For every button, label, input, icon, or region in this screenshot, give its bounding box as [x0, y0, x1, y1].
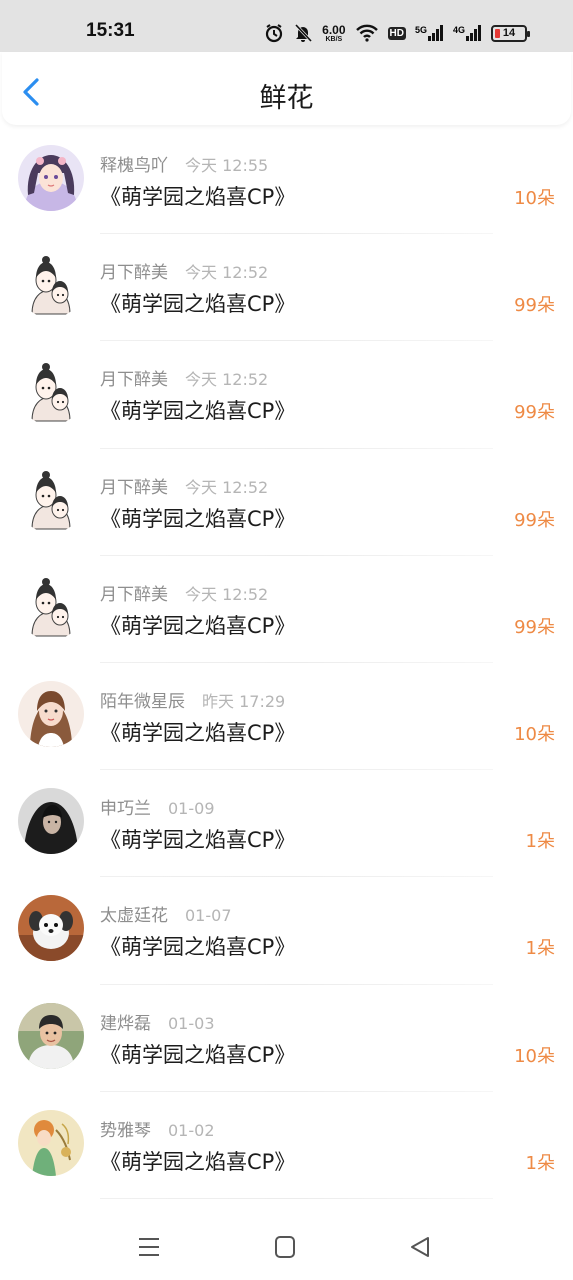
home-button[interactable] [271, 1233, 299, 1261]
flower-count: 99朵 [514, 295, 555, 317]
book-title: 《萌学园之焰喜CP》 [100, 1042, 296, 1067]
signal-5g: 5G [415, 25, 444, 41]
flower-count: 10朵 [514, 188, 555, 209]
gift-time: 昨天 17:29 [202, 691, 286, 711]
item-meta: 月下醉美 今天 12:52 [100, 365, 268, 390]
avatar[interactable] [18, 1109, 84, 1176]
sender-name[interactable]: 建烨磊 [100, 1009, 151, 1034]
gift-time: 01-03 [168, 1013, 215, 1033]
list-item[interactable]: 月下醉美 今天 12:52 《萌学园之焰喜CP》 99朵 [0, 449, 573, 556]
item-meta: 势雅琴 01-02 [100, 1116, 215, 1141]
menu-button[interactable] [135, 1233, 163, 1261]
gift-time: 今天 12:52 [185, 477, 269, 497]
list-item[interactable]: 陌年微星辰 昨天 17:29 《萌学园之焰喜CP》 10朵 [0, 663, 573, 771]
sender-name[interactable]: 释槐鸟吖 [100, 151, 168, 176]
book-title: 《萌学园之焰喜CP》 [100, 720, 296, 745]
battery-icon: 14 [491, 24, 530, 42]
signal-bars-icon [427, 25, 443, 41]
list-item[interactable]: 月下醉美 今天 12:52 《萌学园之焰喜CP》 99朵 [0, 341, 573, 449]
gift-time: 今天 12:52 [185, 584, 269, 604]
flower-count: 1朵 [525, 831, 555, 853]
item-meta: 月下醉美 今天 12:52 [100, 473, 268, 498]
status-time: 15:31 [86, 20, 135, 41]
status-bar: 15:31 6.00 KB/S HD 5G 4G 14 [0, 0, 573, 52]
gift-time: 01-07 [185, 906, 232, 926]
book-title: 《萌学园之焰喜CP》 [100, 292, 296, 317]
gift-time: 今天 12:55 [185, 156, 269, 175]
gift-time: 今天 12:52 [185, 370, 269, 390]
item-meta: 月下醉美 今天 12:52 [100, 580, 268, 605]
sender-name[interactable]: 势雅琴 [100, 1116, 151, 1141]
book-title: 《萌学园之焰喜CP》 [100, 613, 296, 638]
sender-name[interactable]: 月下醉美 [100, 258, 168, 283]
flower-count: 10朵 [514, 1045, 555, 1067]
home-icon [275, 1236, 295, 1258]
avatar[interactable] [18, 788, 84, 855]
avatar[interactable] [18, 466, 84, 533]
sender-name[interactable]: 陌年微星辰 [100, 687, 185, 712]
avatar[interactable] [18, 359, 84, 426]
signal-4g: 4G [453, 25, 482, 41]
flower-count: 10朵 [514, 723, 555, 745]
book-title: 《萌学园之焰喜CP》 [100, 185, 296, 209]
flower-count: 99朵 [514, 402, 555, 424]
status-icons: 6.00 KB/S HD 5G 4G 14 [264, 20, 530, 46]
item-meta: 月下醉美 今天 12:52 [100, 258, 268, 283]
menu-icon [139, 1238, 159, 1256]
list-item[interactable]: 月下醉美 今天 12:52 《萌学园之焰喜CP》 99朵 [0, 234, 573, 342]
item-meta: 陌年微星辰 昨天 17:29 [100, 687, 285, 712]
page-header: 鲜花 [2, 52, 571, 125]
system-nav-bar [0, 1215, 573, 1280]
signal-4g-label: 4G [452, 25, 465, 35]
item-meta: 释槐鸟吖 今天 12:55 [100, 151, 268, 176]
net-speed-value: 6.00 [322, 22, 346, 37]
item-meta: 申巧兰 01-09 [100, 794, 215, 819]
item-meta: 建烨磊 01-03 [100, 1009, 215, 1034]
list-item[interactable]: 太虚廷花 01-07 《萌学园之焰喜CP》 1朵 [0, 877, 573, 985]
net-speed: 6.00 KB/S [322, 24, 345, 43]
list-item[interactable]: 建烨磊 01-03 《萌学园之焰喜CP》 10朵 [0, 985, 573, 1092]
sender-name[interactable]: 月下醉美 [100, 473, 168, 498]
gift-time: 今天 12:52 [185, 263, 269, 283]
book-title: 《萌学园之焰喜CP》 [100, 506, 296, 531]
book-title: 《萌学园之焰喜CP》 [100, 828, 296, 853]
avatar[interactable] [18, 1002, 84, 1069]
net-speed-unit: KB/S [325, 35, 343, 43]
gift-time: 01-02 [168, 1120, 215, 1140]
list-item[interactable]: 势雅琴 01-02 《萌学园之焰喜CP》 1朵 [0, 1092, 573, 1199]
book-title: 《萌学园之焰喜CP》 [100, 935, 296, 960]
flower-count: 1朵 [525, 1152, 555, 1174]
book-title: 《萌学园之焰喜CP》 [100, 1149, 296, 1174]
avatar[interactable] [18, 145, 84, 211]
sender-name[interactable]: 月下醉美 [100, 580, 168, 605]
sender-name[interactable]: 月下醉美 [100, 365, 168, 390]
list-item[interactable]: 释槐鸟吖 今天 12:55 《萌学园之焰喜CP》 10朵 [0, 127, 573, 235]
mute-bell-icon [295, 23, 313, 43]
signal-bars-icon [466, 25, 481, 41]
divider [100, 1197, 493, 1199]
sender-name[interactable]: 申巧兰 [100, 794, 151, 819]
list-item[interactable]: 申巧兰 01-09 《萌学园之焰喜CP》 1朵 [0, 770, 573, 878]
battery-level: 14 [502, 27, 516, 39]
item-meta: 太虚廷花 01-07 [100, 901, 232, 926]
hd-badge: HD [387, 26, 406, 40]
flower-gift-list: 释槐鸟吖 今天 12:55 《萌学园之焰喜CP》 10朵 月下醉美 今天 12:… [0, 127, 573, 1199]
page-title: 鲜花 [259, 83, 314, 114]
avatar[interactable] [18, 573, 84, 640]
back-icon [411, 1237, 429, 1257]
alarm-icon [266, 24, 283, 43]
system-back-button[interactable] [406, 1233, 434, 1261]
avatar[interactable] [18, 680, 84, 747]
gift-time: 01-09 [168, 799, 215, 819]
book-title: 《萌学园之焰喜CP》 [100, 399, 296, 424]
signal-5g-label: 5G [414, 25, 427, 35]
sender-name[interactable]: 太虚廷花 [100, 901, 168, 926]
wifi-icon [355, 24, 378, 42]
flower-count: 99朵 [514, 616, 555, 638]
list-item[interactable]: 月下醉美 今天 12:52 《萌学园之焰喜CP》 99朵 [0, 556, 573, 663]
avatar[interactable] [18, 895, 84, 962]
flower-count: 1朵 [525, 938, 555, 960]
avatar[interactable] [18, 252, 84, 319]
flower-count: 99朵 [514, 509, 555, 531]
